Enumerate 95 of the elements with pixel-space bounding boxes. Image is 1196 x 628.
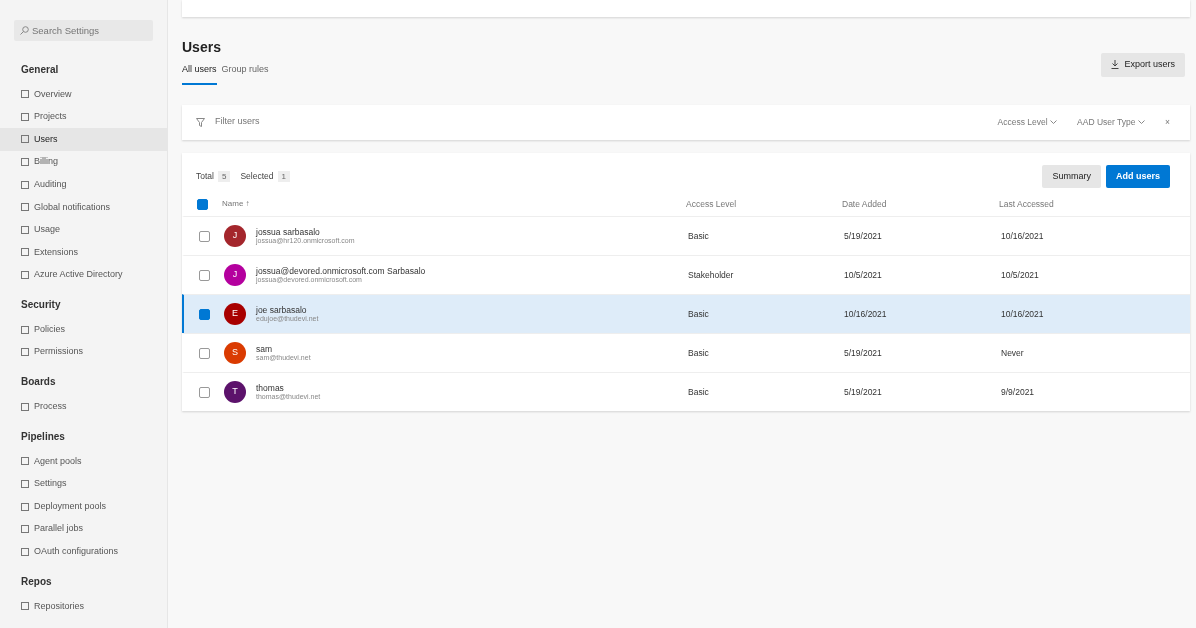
sidebar-item[interactable]: Usage bbox=[0, 218, 167, 242]
table-cell: Never bbox=[1001, 347, 1024, 358]
sidebar-item[interactable]: Global notifications bbox=[0, 195, 167, 219]
square-icon bbox=[21, 402, 29, 411]
tab[interactable]: Group rules bbox=[221, 63, 269, 85]
avatar: J bbox=[224, 264, 246, 286]
add-button[interactable]: Add users bbox=[1106, 164, 1170, 188]
sidebar-item[interactable]: Policies bbox=[0, 318, 167, 341]
square-icon bbox=[21, 203, 29, 212]
checkbox[interactable] bbox=[198, 347, 210, 359]
square-icon bbox=[21, 248, 29, 257]
checkbox[interactable] bbox=[198, 386, 210, 398]
column-header[interactable]: Date Added bbox=[842, 198, 887, 209]
avatar: T bbox=[224, 381, 246, 403]
user-name: sam bbox=[256, 343, 274, 354]
checkbox[interactable] bbox=[196, 198, 208, 210]
table-cell: 10/5/2021 bbox=[1001, 269, 1039, 280]
section-heading: General bbox=[20, 62, 60, 77]
square-icon bbox=[21, 225, 29, 234]
table-cell: 5/19/2021 bbox=[844, 230, 882, 241]
square-icon bbox=[21, 90, 29, 99]
table-cell: Basic bbox=[688, 386, 709, 397]
count-badge: 5 bbox=[217, 170, 231, 182]
avatar: S bbox=[224, 342, 246, 364]
count-badge: 1 bbox=[277, 170, 290, 182]
sidebar-item[interactable]: Projects bbox=[0, 105, 167, 129]
table-cell: 5/19/2021 bbox=[844, 347, 882, 358]
sidebar-item[interactable]: Permissions bbox=[0, 340, 167, 364]
square-icon bbox=[21, 525, 29, 534]
sidebar-item[interactable]: Overview bbox=[0, 83, 167, 106]
table-cell: 5/19/2021 bbox=[844, 386, 882, 397]
table-cell: Stakeholder bbox=[688, 269, 734, 280]
sidebar-item[interactable]: Auditing bbox=[0, 173, 167, 196]
filter-dropdown[interactable]: AAD User Type bbox=[1071, 114, 1152, 130]
sidebar-item[interactable]: Billing bbox=[0, 150, 167, 174]
avatar: E bbox=[224, 303, 246, 325]
sidebar-item[interactable]: OAuth configurations bbox=[0, 540, 167, 564]
user-name: jossua@devored.onmicrosoft.com Sarbasalo bbox=[256, 265, 426, 276]
checkbox[interactable] bbox=[198, 269, 210, 281]
sidebar-item[interactable]: Users bbox=[0, 128, 167, 151]
square-icon bbox=[21, 348, 29, 357]
tab[interactable]: All users bbox=[182, 63, 217, 85]
summary-button[interactable]: Summary bbox=[1042, 164, 1101, 188]
square-icon bbox=[21, 502, 29, 511]
section-heading: Repos bbox=[20, 574, 53, 589]
total-label: Total 5 bbox=[196, 169, 231, 183]
column-header[interactable]: Access Level bbox=[686, 198, 737, 209]
table-cell: 10/16/2021 bbox=[1001, 308, 1044, 319]
sidebar-item[interactable]: Parallel jobs bbox=[0, 517, 167, 541]
sidebar-item[interactable]: Agent pools bbox=[0, 450, 167, 473]
avatar: J bbox=[224, 225, 246, 247]
filter-icon bbox=[196, 117, 205, 127]
user-name: thomas bbox=[256, 382, 285, 393]
table-cell: 9/9/2021 bbox=[1001, 386, 1035, 397]
section-heading: Pipelines bbox=[20, 429, 66, 444]
filter-bar[interactable]: Filter users Access Level AAD User Type × bbox=[182, 104, 1190, 140]
search-field[interactable]: Search Settings bbox=[14, 20, 153, 41]
sidebar-item[interactable]: Repositories bbox=[0, 595, 167, 618]
sidebar-item[interactable]: Process bbox=[0, 395, 167, 419]
section-heading: Boards bbox=[20, 375, 57, 390]
clear-button[interactable]: × bbox=[1159, 114, 1176, 130]
square-icon bbox=[21, 158, 29, 167]
table-cell: Basic bbox=[688, 347, 709, 358]
square-icon bbox=[21, 547, 29, 556]
download-icon bbox=[1111, 60, 1120, 70]
sidebar-item[interactable]: Settings bbox=[0, 472, 167, 496]
square-icon bbox=[21, 180, 29, 189]
chevron-icon bbox=[1138, 120, 1146, 124]
chevron-icon bbox=[1050, 120, 1058, 124]
user-name: jossua sarbasalo bbox=[256, 226, 320, 237]
page-title: Users bbox=[182, 38, 222, 57]
sidebar-item[interactable]: Azure Active Directory bbox=[0, 263, 167, 287]
square-icon bbox=[21, 271, 29, 280]
square-icon bbox=[21, 135, 29, 144]
filter-dropdown[interactable]: Access Level bbox=[991, 114, 1064, 130]
square-icon bbox=[21, 112, 29, 121]
square-icon bbox=[21, 325, 29, 334]
selected-label: Selected 1 bbox=[240, 169, 290, 183]
table-cell: Basic bbox=[688, 230, 709, 241]
user-name: joe sarbasalo bbox=[256, 304, 307, 315]
table-cell: Basic bbox=[688, 308, 709, 319]
export-button[interactable]: Export users bbox=[1101, 53, 1185, 77]
column-header[interactable]: Last Accessed bbox=[999, 198, 1054, 209]
square-icon bbox=[21, 602, 29, 611]
sidebar-item[interactable]: Deployment pools bbox=[0, 495, 167, 518]
checkbox[interactable] bbox=[198, 308, 210, 320]
square-icon bbox=[21, 480, 29, 488]
checkbox[interactable] bbox=[198, 230, 210, 242]
table-cell: 10/16/2021 bbox=[1001, 230, 1044, 241]
square-icon bbox=[21, 457, 29, 466]
column-header[interactable]: Name ↑ bbox=[222, 198, 250, 210]
section-heading: Security bbox=[20, 297, 62, 312]
table-cell: 10/16/2021 bbox=[844, 308, 887, 319]
sidebar-item[interactable]: Extensions bbox=[0, 241, 167, 264]
table-cell: 10/5/2021 bbox=[844, 269, 882, 280]
